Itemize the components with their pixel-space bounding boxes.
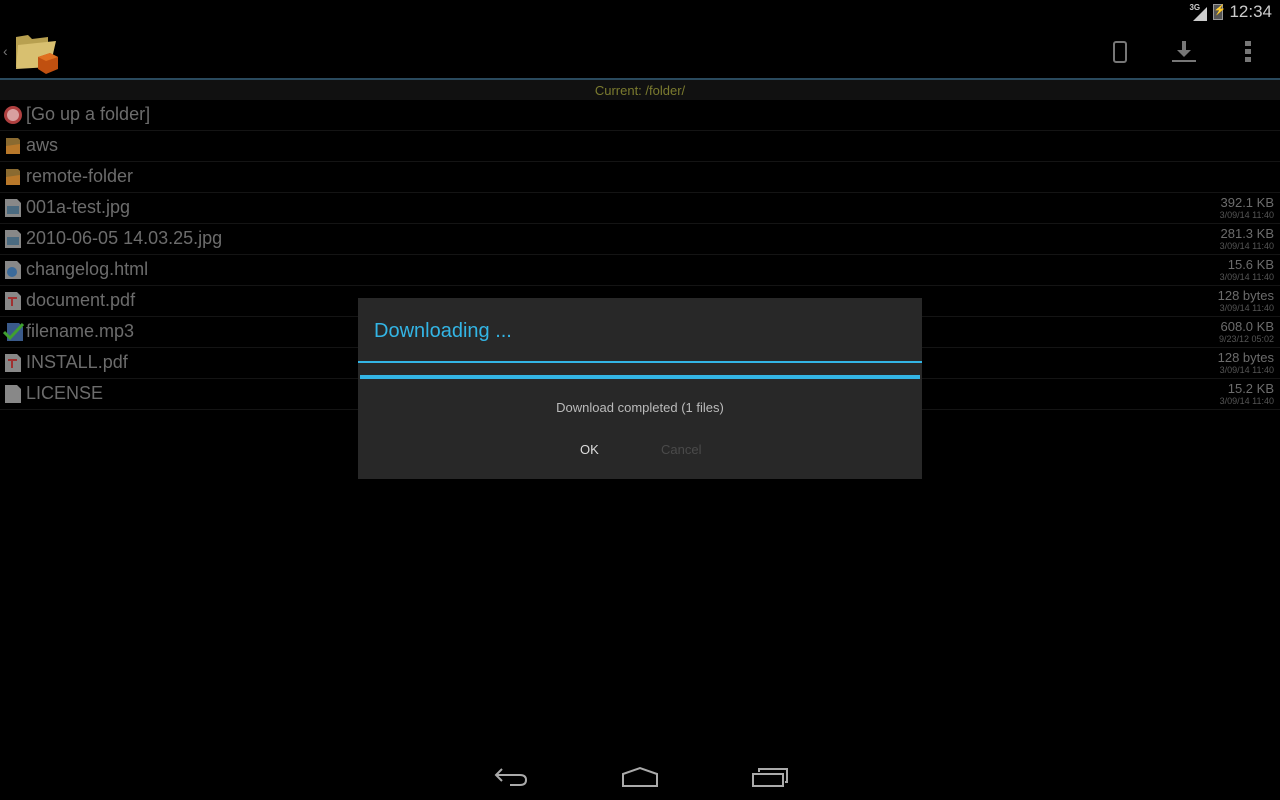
home-button[interactable] (620, 764, 660, 790)
recents-icon (752, 768, 788, 787)
file-row[interactable]: 2010-06-05 14.03.25.jpg 281.3 KB 3/09/14 1… (0, 224, 1280, 255)
file-name: filename.mp3 (26, 321, 135, 341)
progress-fill (360, 375, 920, 379)
file-row[interactable]: 001a-test.jpg 392.1 KB 3/09/14 11:40 (0, 193, 1280, 224)
overflow-menu-button[interactable] (1216, 25, 1280, 78)
file-date: 3/09/14 11:40 (1219, 272, 1274, 282)
signal-icon: 3G (1189, 3, 1208, 21)
download-progress-bar (360, 375, 920, 379)
file-name: 001a-test.jpg (26, 197, 131, 217)
phone-icon (1113, 40, 1127, 63)
back-icon (494, 768, 528, 786)
folder-row[interactable]: aws (0, 131, 1280, 162)
file-size: 15.6 KB (1227, 257, 1274, 272)
file-size: 128 bytes (1217, 288, 1274, 303)
file-date: 3/09/14 11:40 (1219, 241, 1274, 251)
html-file-icon (3, 260, 23, 280)
file-name: document.pdf (26, 290, 136, 310)
pdf-file-icon (3, 291, 23, 311)
app-folder-icon[interactable] (12, 29, 62, 75)
file-name: [Go up a folder] (26, 104, 151, 124)
dialog-title: Downloading ... (374, 320, 512, 342)
file-name: 2010-06-05 14.03.25.jpg (26, 228, 223, 248)
file-row[interactable]: changelog.html 15.6 KB 3/09/14 11:40 (0, 255, 1280, 286)
dialog-title-divider (358, 361, 922, 363)
action-bar: ‹ (0, 25, 1280, 78)
file-name: INSTALL.pdf (26, 352, 128, 372)
file-date: 3/09/14 11:40 (1219, 396, 1274, 406)
image-file-icon (3, 198, 23, 218)
download-button[interactable] (1152, 25, 1216, 78)
pdf-file-icon (3, 353, 23, 373)
file-size: 281.3 KB (1220, 226, 1275, 241)
file-name: aws (26, 135, 59, 155)
recents-button[interactable] (750, 764, 790, 790)
folder-icon (3, 136, 23, 156)
file-date: 3/09/14 11:40 (1219, 365, 1274, 375)
file-size: 392.1 KB (1220, 195, 1275, 210)
back-button[interactable] (492, 764, 532, 790)
folder-row[interactable]: remote-folder (0, 162, 1280, 193)
status-bar: 3G 12:34 (0, 0, 1280, 25)
download-dialog: Downloading ... Download completed (1 fi… (358, 298, 922, 479)
clock: 12:34 (1229, 2, 1272, 21)
more-vert-icon (1245, 40, 1251, 62)
cancel-button[interactable]: Cancel (661, 442, 701, 457)
file-name: LICENSE (26, 383, 104, 403)
current-path: Current: /folder/ (0, 80, 1280, 100)
download-icon (1172, 40, 1196, 62)
battery-charging-icon (1213, 4, 1226, 20)
file-date: 9/23/12 05:02 (1218, 334, 1274, 344)
go-up-row[interactable]: [Go up a folder] (0, 100, 1280, 131)
home-icon (622, 766, 658, 787)
navigation-bar (0, 752, 1280, 800)
dialog-message: Download completed (1 files) (556, 400, 724, 415)
file-size: 608.0 KB (1220, 319, 1275, 334)
generic-file-icon (3, 384, 23, 404)
folder-icon (3, 167, 23, 187)
local-device-button[interactable] (1088, 25, 1152, 78)
file-name: changelog.html (26, 259, 149, 279)
file-name: remote-folder (26, 166, 134, 186)
network-type: 3G (1189, 3, 1201, 12)
ok-button[interactable]: OK (580, 442, 599, 457)
go-up-icon (3, 105, 23, 125)
file-date: 3/09/14 11:40 (1219, 303, 1274, 313)
file-size: 15.2 KB (1227, 381, 1274, 396)
checked-file-icon (2, 322, 25, 342)
file-date: 3/09/14 11:40 (1219, 210, 1274, 220)
file-size: 128 bytes (1217, 350, 1274, 365)
up-chevron-icon[interactable]: ‹ (3, 43, 8, 59)
image-file-icon (3, 229, 23, 249)
